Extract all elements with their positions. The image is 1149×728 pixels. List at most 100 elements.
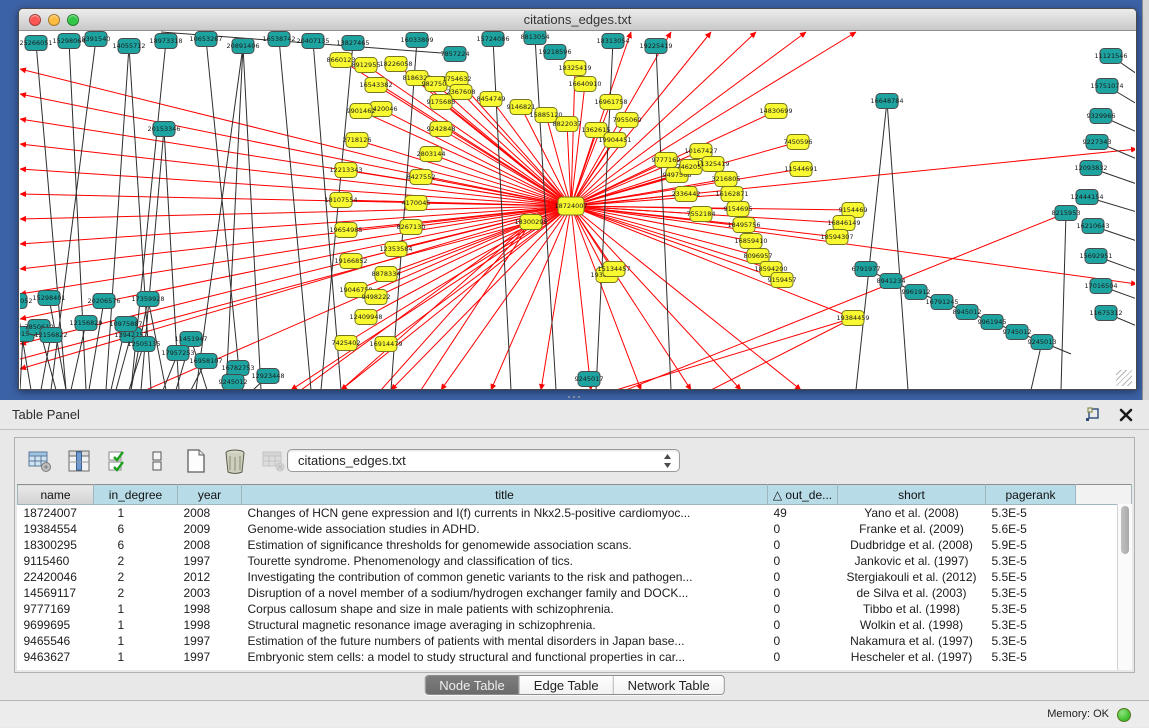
cell-out_de: 0 (768, 569, 838, 585)
delete-column-icon (260, 447, 288, 475)
cell-year: 2012 (178, 569, 242, 585)
graph-node-label: 8391540 (82, 35, 111, 43)
table-row[interactable]: 946362711997Embryonic stem cells: a mode… (18, 649, 1132, 665)
graph-node-label: 16640910 (568, 80, 601, 88)
table-row[interactable]: 1456911722003Disruption of a novel membe… (18, 585, 1132, 601)
graph-node-label: 16210643 (1076, 222, 1109, 230)
window-titlebar[interactable]: citations_edges.txt (19, 9, 1136, 31)
table-row[interactable]: 969969511998Structural magnetic resonanc… (18, 617, 1132, 633)
graph-node-label: 9242848 (427, 125, 456, 133)
table-row[interactable]: 977716911998Corpus callosum shape and si… (18, 601, 1132, 617)
graph-node-label: 8878334 (372, 270, 401, 278)
table-row[interactable]: 1830029562008Estimation of significance … (18, 537, 1132, 553)
graph-node-label: 6791977 (852, 265, 881, 273)
graph-edge (243, 46, 261, 389)
cell-name: 22420046 (18, 569, 94, 585)
graph-node-label: 25266052 (20, 297, 33, 305)
graph-node-label: 16914479 (369, 340, 402, 348)
cell-title: Disruption of a novel member of a sodium… (242, 585, 768, 601)
table-row[interactable]: 946554611997Estimation of the future num… (18, 633, 1132, 649)
column-header-short[interactable]: short (838, 485, 986, 505)
graph-node-label: 9245012 (219, 378, 248, 386)
graph-node-label: 16859410 (734, 237, 767, 245)
cell-in_degree: 2 (94, 585, 178, 601)
graph-node-label: 9961945 (978, 318, 1007, 326)
graph-node-label: 9245013 (1028, 338, 1057, 346)
graph-node-label: 16648784 (870, 97, 903, 105)
row-height-icon[interactable] (143, 447, 171, 475)
column-header-title[interactable]: title (242, 485, 768, 505)
network-graph[interactable]: 8660123891295518226058818632898275081754… (20, 31, 1135, 389)
graph-node-label: 2718126 (343, 136, 372, 144)
graph-node-label: 8215953 (1052, 209, 1081, 217)
graph-node-label: 14055712 (112, 42, 145, 50)
graph-node-label: 9745012 (1003, 328, 1032, 336)
graph-node-label: 12213343 (329, 166, 362, 174)
column-header-in_degree[interactable]: in_degree (94, 485, 178, 505)
graph-node-label: 18300295 (514, 218, 547, 226)
table-panel-header: Table Panel (0, 400, 1149, 430)
graph-node-label: 15134457 (597, 265, 630, 273)
cell-pagerank: 5.3E-5 (986, 553, 1076, 569)
graph-node-label: 9901462 (347, 107, 376, 115)
network-canvas[interactable]: 8660123891295518226058818632898275081754… (20, 31, 1135, 389)
column-header-out_de[interactable]: △ out_de... (768, 485, 838, 505)
cell-out_de: 0 (768, 585, 838, 601)
graph-edge (571, 206, 741, 389)
table-body: 1872400712008Changes of HCN gene express… (18, 505, 1132, 665)
cell-in_degree: 6 (94, 521, 178, 537)
cell-in_degree: 1 (94, 633, 178, 649)
cell-short: Yano et al. (2008) (838, 505, 986, 521)
cell-year: 2008 (178, 505, 242, 521)
network-view-window: citations_edges.txt 86601238912955182260… (18, 8, 1137, 390)
scrollbar-thumb[interactable] (1121, 506, 1129, 554)
table-row[interactable]: 1872400712008Changes of HCN gene express… (18, 505, 1132, 521)
cell-short: Dudbridge et al. (2008) (838, 537, 986, 553)
column-header-pagerank[interactable]: pagerank (986, 485, 1076, 505)
graph-node-label: 14830699 (759, 107, 792, 115)
cell-year: 1998 (178, 617, 242, 633)
graph-edge (361, 111, 571, 206)
tab-edge-table[interactable]: Edge Table (519, 676, 613, 695)
graph-node-label: 17016504 (1084, 282, 1117, 290)
cell-short: Wolkin et al. (1998) (838, 617, 986, 633)
graph-edge (20, 119, 571, 206)
table-row[interactable]: 2242004622012Investigating the contribut… (18, 569, 1132, 585)
panel-title: Table Panel (12, 400, 80, 430)
cell-in_degree: 6 (94, 537, 178, 553)
graph-node-label: 10167427 (684, 147, 717, 155)
graph-node-label: 8267130 (397, 223, 426, 231)
column-header-year[interactable]: year (178, 485, 242, 505)
table-tabbar: Node Table Edge Table Network Table (424, 675, 725, 695)
show-column-icon[interactable] (65, 447, 93, 475)
graph-node-label: 18325419 (558, 64, 591, 72)
graph-node-label: 7552184 (687, 210, 716, 218)
select-all-rows-icon[interactable] (104, 447, 132, 475)
cell-title: Changes of HCN gene expression and I(f) … (242, 505, 768, 521)
cell-out_de: 0 (768, 537, 838, 553)
close-panel-icon[interactable] (1117, 406, 1135, 424)
delete-table-icon[interactable] (221, 447, 249, 475)
new-table-icon[interactable] (182, 447, 210, 475)
tab-node-table[interactable]: Node Table (425, 676, 519, 695)
table-row[interactable]: 911546021997Tourette syndrome. Phenomeno… (18, 553, 1132, 569)
tab-network-table[interactable]: Network Table (613, 676, 724, 695)
cell-pagerank: 5.3E-5 (986, 649, 1076, 665)
graph-node-label: 19384459 (836, 314, 869, 322)
table-select-dropdown[interactable]: citations_edges.txt (287, 449, 680, 472)
table-row[interactable]: 1938455462009Genome-wide association stu… (18, 521, 1132, 537)
column-header-name[interactable]: name (18, 485, 94, 505)
graph-node-label: 7955060 (613, 116, 642, 124)
graph-edge (279, 39, 311, 389)
graph-node-label: 2367608 (447, 88, 476, 96)
memory-status-label: Memory: OK (1047, 701, 1109, 728)
cell-title: Tourette syndrome. Phenomenology and cla… (242, 553, 768, 569)
window-resize-grip[interactable] (1116, 370, 1132, 386)
float-window-icon[interactable] (1083, 406, 1101, 424)
graph-node-label: 8822037 (553, 120, 582, 128)
table-vertical-scrollbar[interactable] (1117, 504, 1132, 670)
cell-pagerank: 5.9E-5 (986, 537, 1076, 553)
dropdown-arrows-icon (663, 453, 672, 469)
table-settings-icon[interactable] (26, 447, 54, 475)
graph-node-label: 7857224 (441, 50, 470, 58)
